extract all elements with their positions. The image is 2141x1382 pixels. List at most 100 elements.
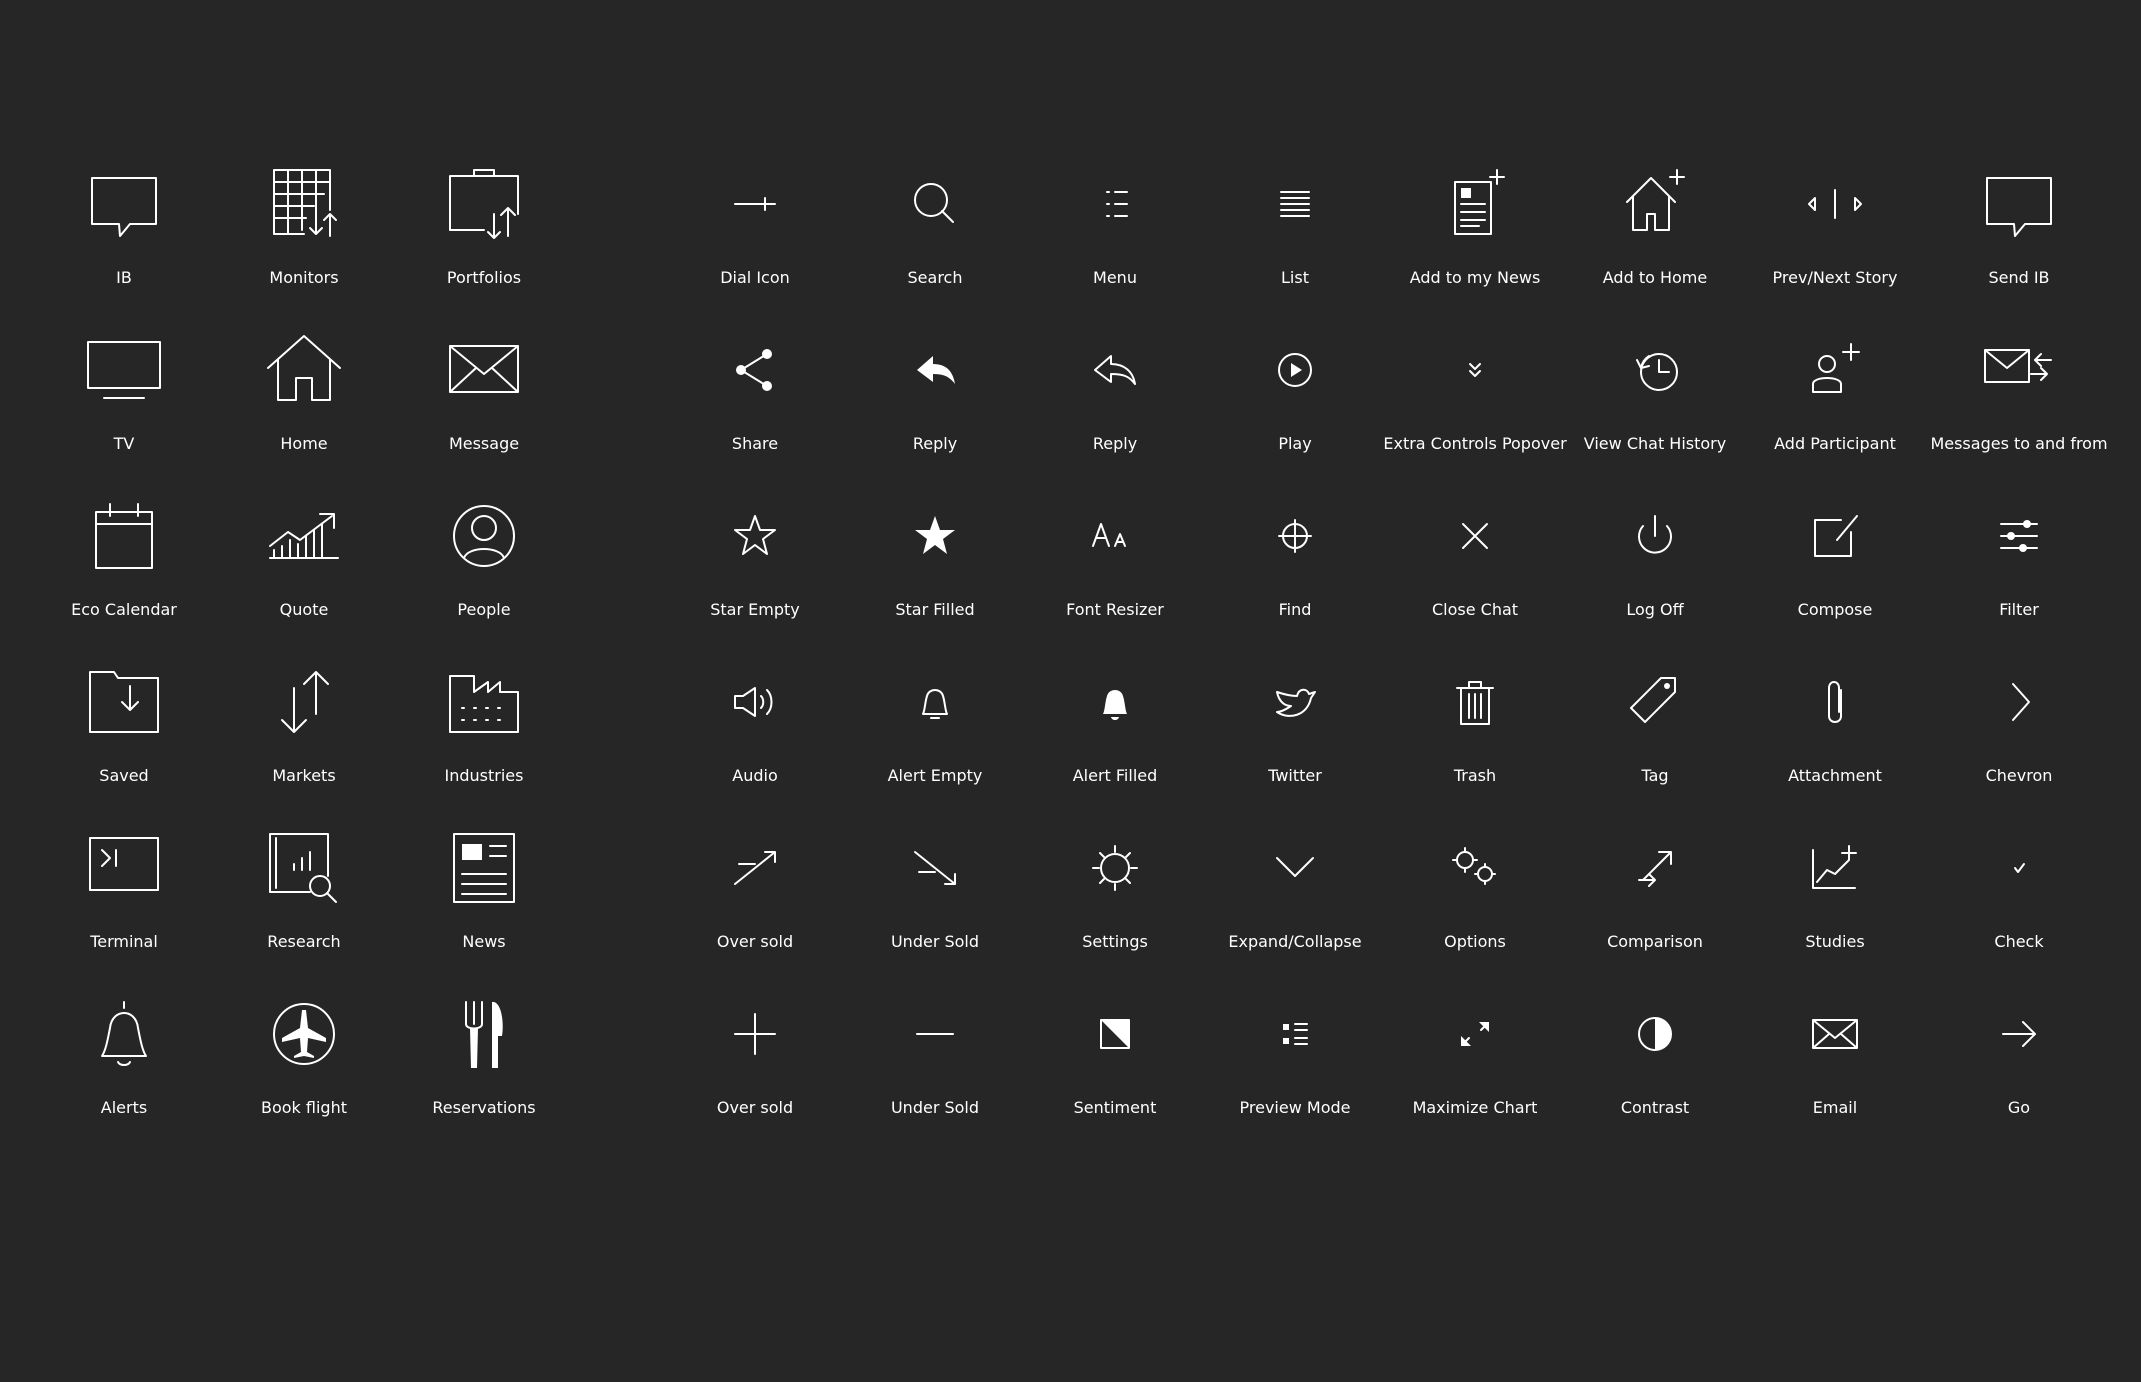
briefcase-arrows-icon — [444, 164, 524, 244]
fork-knife-icon — [444, 994, 503, 1068]
dial-icon — [715, 164, 795, 244]
icon-tile: Comparison — [1565, 828, 1745, 968]
icon-tile: Check — [1929, 828, 2109, 968]
icon-tile: View Chat History — [1565, 330, 1745, 470]
icon-tile: Terminal — [34, 828, 214, 968]
icon-tile: IB — [34, 164, 214, 304]
icon-tile: Share — [665, 330, 845, 470]
play-icon — [1255, 330, 1335, 410]
person-circle-icon — [444, 496, 524, 576]
check-icon — [1979, 828, 2059, 908]
icon-tile: Log Off — [1565, 496, 1745, 636]
bell-icon — [84, 994, 164, 1074]
icon-label: Message — [448, 434, 520, 453]
menu-icon — [1075, 164, 1155, 244]
icon-tile: Compose — [1745, 496, 1925, 636]
icon-tile: Settings — [1025, 828, 1205, 968]
icon-label: News — [462, 932, 506, 951]
icon-tile: Contrast — [1565, 994, 1745, 1134]
icon-tile: Studies — [1745, 828, 1925, 968]
add-home-icon — [1615, 164, 1695, 244]
icon-tile: Maximize Chart — [1385, 994, 1565, 1134]
icon-tile: Messages to and from — [1929, 330, 2109, 470]
newspaper-icon — [444, 828, 524, 908]
icon-tile: Play — [1205, 330, 1385, 470]
icon-tile: Message — [394, 330, 574, 470]
preview-list-icon — [1283, 994, 1335, 1074]
email-icon — [1795, 994, 1875, 1074]
icon-tile: Reply — [1025, 330, 1205, 470]
tag-icon — [1615, 662, 1695, 742]
icon-tile: Book flight — [214, 994, 394, 1134]
studies-chart-icon — [1795, 828, 1875, 908]
trash-icon — [1435, 662, 1515, 742]
envelope-icon — [444, 330, 524, 410]
gears-icon — [1435, 828, 1515, 908]
icon-tile: List — [1205, 164, 1385, 304]
icon-tile: Saved — [34, 662, 214, 802]
send-ib-icon — [1979, 164, 2059, 244]
icon-tile: Font Resizer — [1025, 496, 1205, 636]
icon-tile: Home — [214, 330, 394, 470]
home-icon — [264, 330, 344, 410]
close-icon — [1435, 496, 1515, 576]
icon-tile: Menu — [1025, 164, 1205, 304]
icon-tile: Markets — [214, 662, 394, 802]
compose-icon — [1795, 496, 1875, 576]
star-filled-icon — [915, 516, 955, 554]
clock-history-icon — [1615, 330, 1695, 410]
icon-tile: Find — [1205, 496, 1385, 636]
icon-tile: Alerts — [34, 994, 214, 1134]
icon-tile: Sentiment — [1025, 994, 1205, 1134]
icon-tile: People — [394, 496, 574, 636]
icon-tile: Email — [1745, 994, 1925, 1134]
icon-tile: Industries — [394, 662, 574, 802]
comparison-arrows-icon — [1615, 828, 1695, 908]
arrow-right-icon — [1979, 994, 2059, 1074]
icon-tile: Attachment — [1745, 662, 1925, 802]
double-chevron-down-icon — [1435, 330, 1515, 410]
add-news-icon — [1435, 164, 1515, 244]
icon-tile: Preview Mode — [1205, 994, 1385, 1134]
icon-tile: Close Chat — [1385, 496, 1565, 636]
icon-tile: Add Participant — [1745, 330, 1925, 470]
icon-label: People — [457, 600, 511, 619]
icon-tile: Add to Home — [1565, 164, 1745, 304]
icon-tile: Twitter — [1205, 662, 1385, 802]
crosshair-icon — [1255, 496, 1335, 576]
icon-tile: Star Empty — [665, 496, 845, 636]
icon-tile: Portfolios — [394, 164, 574, 304]
icon-tile: Star Filled — [845, 496, 1025, 636]
icon-tile: Over sold — [665, 828, 845, 968]
icon-tile: Reservations — [394, 994, 574, 1134]
icon-tile: Alert Filled — [1025, 662, 1205, 802]
reply-filled-icon — [917, 356, 955, 384]
research-icon — [264, 828, 344, 908]
messages-to-from-icon — [1979, 330, 2059, 410]
icon-tile: Add to my News — [1385, 164, 1565, 304]
icon-tile: Eco Calendar — [34, 496, 214, 636]
bell-filled-icon — [1103, 690, 1127, 720]
star-empty-icon — [715, 496, 795, 576]
chevron-right-icon — [1979, 662, 2059, 742]
minus-icon — [895, 994, 975, 1074]
share-icon — [736, 349, 772, 391]
icon-tile: Filter — [1929, 496, 2109, 636]
filter-sliders-icon — [1979, 520, 2059, 552]
grid-arrows-icon — [264, 164, 344, 244]
gear-icon — [1075, 828, 1155, 908]
icon-tile: Options — [1385, 828, 1565, 968]
icon-tile: Audio — [665, 662, 845, 802]
twitter-bird-icon — [1255, 662, 1335, 742]
icon-tile: Extra Controls Popover — [1383, 330, 1567, 470]
icon-tile: Quote — [214, 496, 394, 636]
speaker-icon — [715, 662, 795, 742]
icon-label: Messages to and from — [1930, 434, 2108, 453]
icon-tile: News — [394, 828, 574, 968]
paperclip-icon — [1795, 662, 1875, 742]
terminal-icon — [84, 828, 164, 908]
icon-label: Industries — [444, 766, 524, 785]
icon-tile: Send IB — [1929, 164, 2109, 304]
icon-tile: Under Sold — [845, 994, 1025, 1134]
icon-tile: Tag — [1565, 662, 1745, 802]
